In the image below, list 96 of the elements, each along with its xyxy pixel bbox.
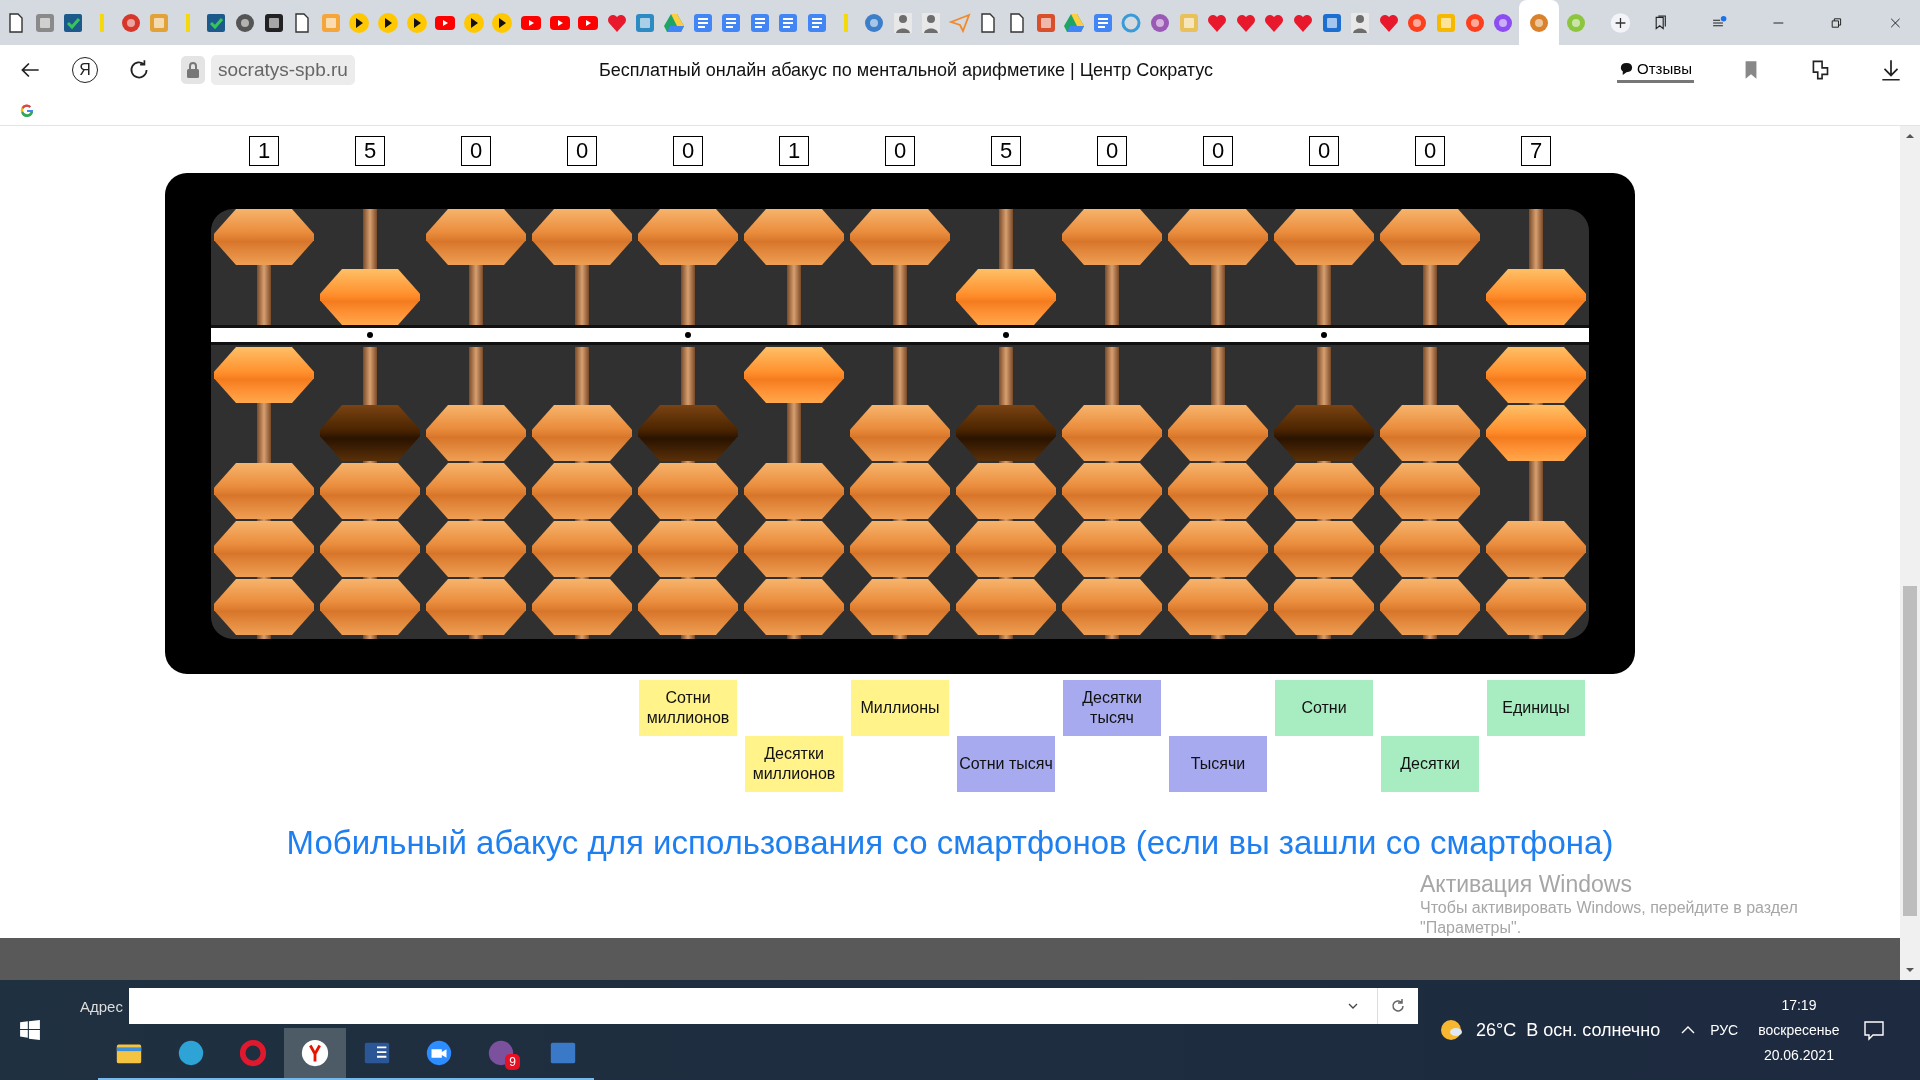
weather-condition[interactable]: В осн. солнечно xyxy=(1526,1019,1661,1041)
triangle-icon xyxy=(1063,11,1086,34)
place-label: Сотни миллионов xyxy=(639,680,737,736)
digit-box: 0 xyxy=(461,136,491,166)
y-logo-icon xyxy=(300,1038,330,1068)
abacus-bead[interactable] xyxy=(1486,521,1586,577)
place-label: Десятки тысяч xyxy=(1063,680,1161,736)
person-icon xyxy=(891,11,914,34)
play-icon xyxy=(405,11,428,34)
triangle-icon xyxy=(662,11,685,34)
digit-box: 5 xyxy=(991,136,1021,166)
play-icon xyxy=(348,11,371,34)
taskbar-app[interactable] xyxy=(284,1028,346,1080)
scrollbar[interactable] xyxy=(1900,126,1920,980)
reviews-button[interactable]: Отзывы xyxy=(1617,57,1694,83)
logo-icon xyxy=(1463,11,1486,34)
place-label: Сотни xyxy=(1275,680,1373,736)
temperature[interactable]: 26°C xyxy=(1476,1019,1517,1041)
scroll-up-icon[interactable] xyxy=(1905,131,1915,141)
document-icon xyxy=(777,11,800,34)
mobile-abacus-link[interactable]: Мобильный абакус для использования со смартфонов (если вы зашли со смартфона) xyxy=(286,824,1614,862)
input-language[interactable]: РУС xyxy=(1710,1022,1739,1038)
logo-icon xyxy=(1564,11,1587,34)
logo-icon xyxy=(148,11,171,34)
person-icon xyxy=(1349,11,1372,34)
ball-icon xyxy=(119,11,142,34)
abacus-bead[interactable] xyxy=(214,521,314,577)
document-icon xyxy=(691,11,714,34)
abacus-bead[interactable] xyxy=(214,463,314,519)
taskbar-app[interactable]: 9 xyxy=(470,1028,532,1080)
check-icon xyxy=(205,11,228,34)
activation-text: Чтобы активировать Windows, перейдите в раздел "Параметры". xyxy=(1420,898,1799,938)
logo-icon xyxy=(863,11,886,34)
digit-box: 0 xyxy=(1415,136,1445,166)
bar-icon xyxy=(843,13,848,32)
document-icon xyxy=(1091,11,1114,34)
digit-box: 0 xyxy=(1097,136,1127,166)
bar-icon xyxy=(185,13,190,32)
play-icon xyxy=(377,11,399,34)
document-icon xyxy=(805,11,828,34)
digit-box: 1 xyxy=(779,136,809,166)
place-label: Десятки миллионов xyxy=(745,736,843,792)
place-label: Тысячи xyxy=(1169,736,1267,792)
play-icon xyxy=(462,11,485,34)
google-icon[interactable] xyxy=(19,102,35,118)
digit-box: 0 xyxy=(673,136,703,166)
digit-box: 7 xyxy=(1521,136,1551,166)
digit-box: 0 xyxy=(567,136,597,166)
abacus-bead[interactable] xyxy=(1486,269,1586,325)
scroll-down-icon[interactable] xyxy=(1905,965,1915,975)
play-icon xyxy=(491,11,514,34)
digit-box: 0 xyxy=(1309,136,1339,166)
abacus-bead[interactable] xyxy=(214,347,314,403)
logo-icon xyxy=(1177,11,1200,34)
digit-box: 1 xyxy=(249,136,279,166)
notification-badge: 9 xyxy=(505,1054,520,1070)
document-icon xyxy=(720,11,743,34)
ring-icon xyxy=(238,1038,268,1068)
place-label: Десятки xyxy=(1381,736,1479,792)
document-icon xyxy=(748,11,771,34)
digit-box: 5 xyxy=(355,136,385,166)
logo-icon xyxy=(33,11,56,34)
person-icon xyxy=(920,11,943,34)
logo-icon xyxy=(234,11,257,34)
logo-icon xyxy=(1492,11,1515,34)
clock-date[interactable]: 20.06.2021 xyxy=(1763,1047,1834,1063)
abacus-bead[interactable] xyxy=(1486,579,1586,635)
place-label: Единицы xyxy=(1487,680,1585,736)
logo-icon xyxy=(262,11,285,34)
abacus-bead[interactable] xyxy=(214,209,314,265)
notifications-icon[interactable] xyxy=(1861,1018,1886,1042)
address-field[interactable] xyxy=(128,988,1418,1024)
abacus-bead[interactable] xyxy=(1486,347,1586,403)
place-label: Сотни тысяч xyxy=(957,736,1055,792)
activation-title: Активация Windows xyxy=(1420,870,1633,898)
lock-icon xyxy=(181,56,205,84)
plane-icon xyxy=(948,11,971,34)
digit-box: 0 xyxy=(885,136,915,166)
speech-bubble-icon xyxy=(1619,60,1635,76)
logo-icon xyxy=(1320,11,1343,34)
page-title: Бесплатный онлайн абакус по ментальной арифметике | Центр Сократус xyxy=(597,59,1215,81)
clock-time[interactable]: 17:19 xyxy=(1781,997,1817,1013)
url-field[interactable]: socratys-spb.ru xyxy=(211,55,355,85)
logo-icon xyxy=(1120,11,1143,34)
windows-start-icon[interactable] xyxy=(19,1019,41,1041)
address-label: Адрес xyxy=(80,997,123,1015)
digit-box: 0 xyxy=(1203,136,1233,166)
camera-icon xyxy=(424,1038,454,1068)
bar-icon xyxy=(100,13,105,32)
clock-weekday[interactable]: воскресенье xyxy=(1758,1022,1840,1038)
sun-cloud-icon[interactable] xyxy=(1440,1018,1464,1042)
abacus-bead[interactable] xyxy=(1486,405,1586,461)
logo-icon xyxy=(1406,11,1429,34)
abacus-bead[interactable] xyxy=(214,579,314,635)
place-label: Миллионы xyxy=(851,680,949,736)
check-icon xyxy=(62,11,85,34)
